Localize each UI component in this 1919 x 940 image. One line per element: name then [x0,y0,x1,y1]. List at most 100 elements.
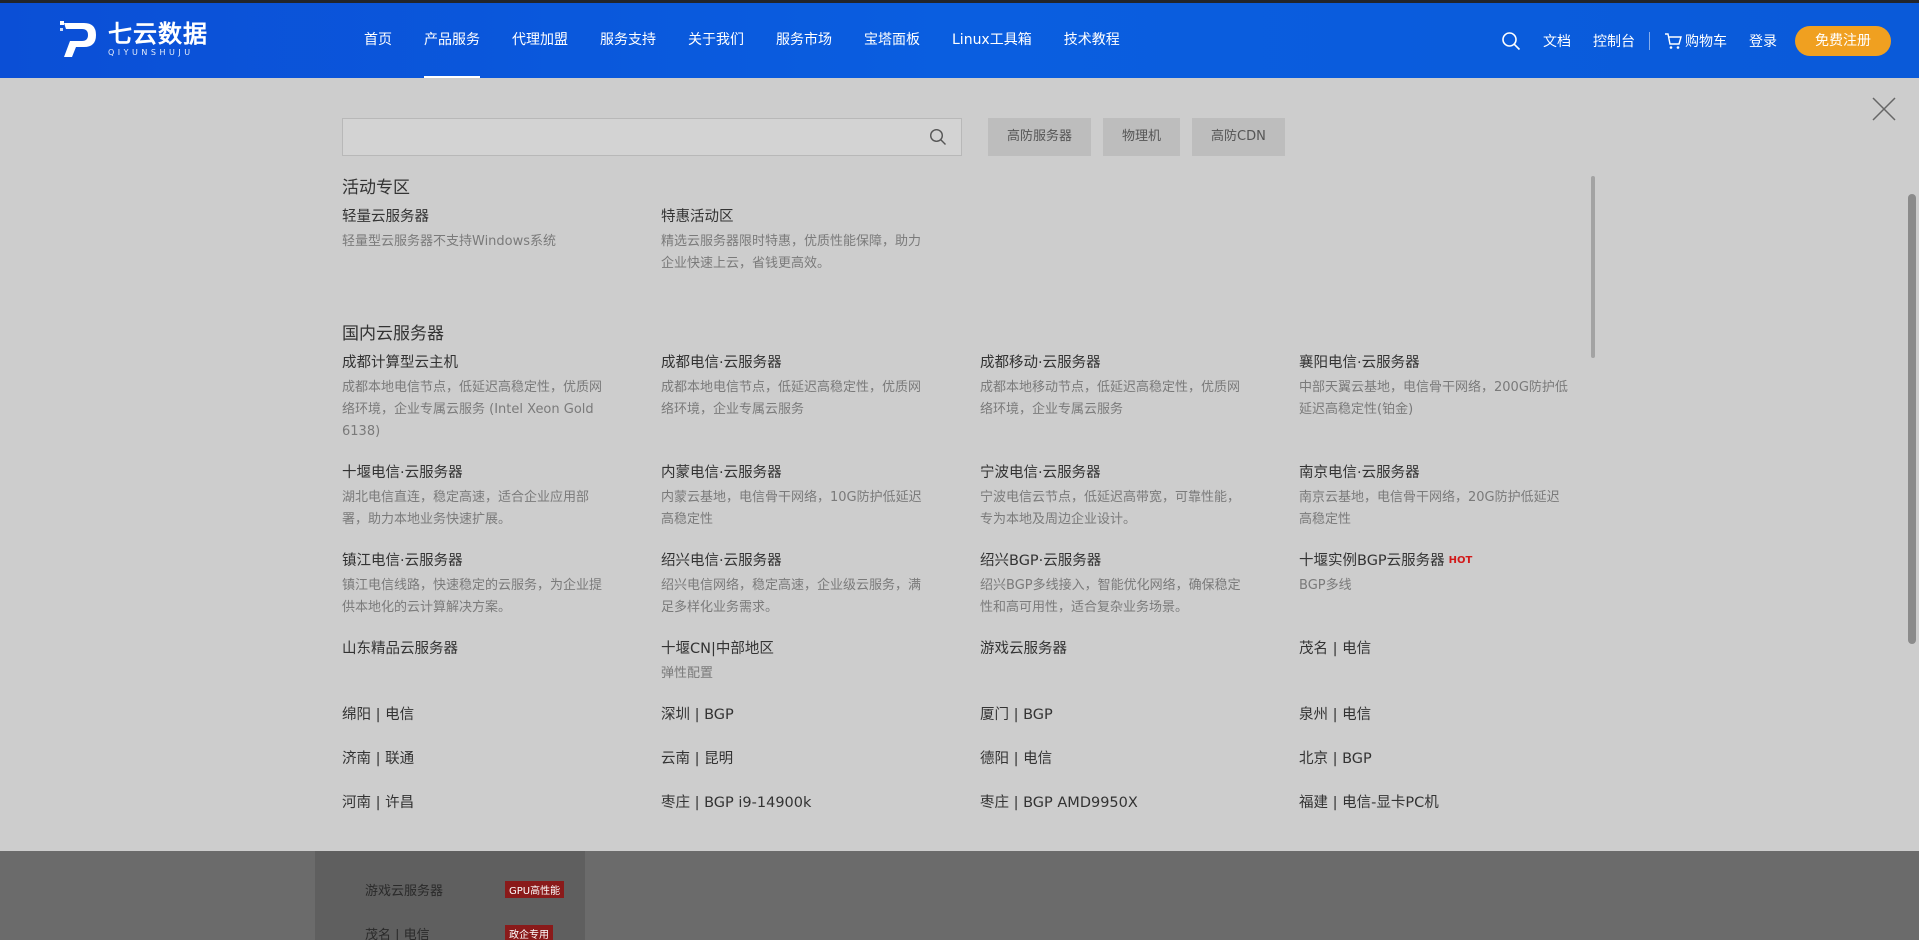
nav-home[interactable]: 首页 [348,3,408,78]
menu-item-title: 泉州 | 电信 [1299,707,1372,723]
menu-item[interactable]: 枣庄 | BGP AMD9950X [980,793,1250,813]
nav-market[interactable]: 服务市场 [760,3,848,78]
menu-item[interactable]: 济南 | 联通 [342,749,612,769]
top-navbar: 七云数据 QIYUNSHUJU 首页 产品服务 代理加盟 服务支持 关于我们 服… [0,0,1919,78]
menu-item[interactable]: 轻量云服务器 轻量型云服务器不支持Windows系统 [342,207,612,253]
header-search-icon[interactable] [1501,31,1521,51]
behind-item-label: 游戏云服务器 [365,884,444,899]
products-mega-menu: 高防服务器 物理机 高防CDN 活动专区 轻量云服务器 轻量型云服务器不支持Wi… [0,78,1919,851]
menu-item[interactable]: 镇江电信·云服务器 镇江电信线路，快速稳定的云服务，为企业提供本地化的云计算解决… [342,551,612,619]
menu-item[interactable]: 南京电信·云服务器 南京云基地，电信骨干网络，20G防护低延迟高稳定性 [1299,463,1569,531]
menu-item-title: 德阳 | 电信 [980,751,1053,767]
menu-item-desc: BGP多线 [1299,578,1352,593]
menu-item-title: 十堰CN|中部地区 [661,641,774,657]
menu-item-title: 游戏云服务器 [980,641,1067,657]
close-icon[interactable] [1871,96,1897,122]
nav-agent[interactable]: 代理加盟 [496,3,584,78]
menu-item[interactable]: 北京 | BGP [1299,749,1569,769]
nav-baota[interactable]: 宝塔面板 [848,3,936,78]
menu-item[interactable]: 枣庄 | BGP i9-14900k [661,793,931,813]
menu-item[interactable]: 内蒙电信·云服务器 内蒙云基地，电信骨干网络，10G防护低延迟高稳定性 [661,463,931,531]
cart-label: 购物车 [1685,33,1727,50]
hot-badge: HOT [1448,555,1473,566]
console-link[interactable]: 控制台 [1593,31,1635,51]
search-icon[interactable] [929,128,947,146]
menu-item[interactable]: 成都移动·云服务器 成都本地移动节点，低延迟高稳定性，优质网络环境，企业专属云服… [980,353,1250,421]
menu-item-title: 厦门 | BGP [980,707,1053,723]
menu-item[interactable]: 深圳 | BGP [661,705,931,725]
menu-item-title: 北京 | BGP [1299,751,1372,767]
menu-item-desc: 成都本地电信节点，低延迟高稳定性，优质网络环境，企业专属云服务 (Intel X… [342,380,603,439]
menu-item-desc: 绍兴BGP多线接入，智能优化网络，确保稳定性和高可用性，适合复杂业务场景。 [980,578,1241,615]
menu-item-desc: 南京云基地，电信骨干网络，20G防护低延迟高稳定性 [1299,490,1560,527]
menu-item[interactable]: 德阳 | 电信 [980,749,1250,769]
nav-linux-toolbox[interactable]: Linux工具箱 [936,3,1048,78]
menu-item-title: 枣庄 | BGP AMD9950X [980,795,1138,811]
menu-item[interactable]: 云南 | 昆明 [661,749,931,769]
menu-item[interactable]: 游戏云服务器 [980,639,1250,659]
menu-item[interactable]: 十堰电信·云服务器 湖北电信直连，稳定高速，适合企业应用部署，助力本地业务快速扩… [342,463,612,531]
page-scrollbar-thumb[interactable] [1908,194,1916,644]
nav-products[interactable]: 产品服务 [408,3,496,78]
quick-tag[interactable]: 高防服务器 [988,118,1092,156]
section-title-domestic: 国内云服务器 [342,324,444,344]
menu-item[interactable]: 特惠活动区 精选云服务器限时特惠，优质性能保障，助力企业快速上云，省钱更高效。 [661,207,931,275]
menu-item-title: 绍兴BGP·云服务器 [980,553,1102,569]
nav-tutorials[interactable]: 技术教程 [1048,3,1136,78]
menu-item-title: 茂名 | 电信 [1299,641,1372,657]
menu-item-title: 成都计算型云主机 [342,355,458,371]
menu-item-title: 山东精品云服务器 [342,641,458,657]
menu-item-title: 宁波电信·云服务器 [980,465,1101,481]
login-link[interactable]: 登录 [1749,31,1777,51]
menu-item[interactable]: 襄阳电信·云服务器 中部天翼云基地，电信骨干网络，200G防护低延迟高稳定性(铂… [1299,353,1569,421]
behind-item-badge: GPU高性能 [505,881,565,898]
menu-item-title: 福建 | 电信-显卡PC机 [1299,795,1439,811]
menu-item-desc: 轻量型云服务器不支持Windows系统 [342,234,557,249]
menu-item[interactable]: 成都电信·云服务器 成都本地电信节点，低延迟高稳定性，优质网络环境，企业专属云服… [661,353,931,421]
menu-item-title-text: 十堰实例BGP云服务器 [1299,553,1445,569]
product-search-input[interactable] [343,119,961,155]
section-title-activity: 活动专区 [342,178,410,198]
menu-item[interactable]: 河南 | 许昌 [342,793,612,813]
logo-name: 七云数据 [108,20,208,48]
page-scrollbar[interactable] [1905,78,1919,851]
menu-item[interactable]: 山东精品云服务器 [342,639,612,659]
menu-item-desc: 镇江电信线路，快速稳定的云服务，为企业提供本地化的云计算解决方案。 [342,578,603,615]
nav-support[interactable]: 服务支持 [584,3,672,78]
behind-item-badge: 政企专用 [505,925,553,940]
menu-item-desc: 弹性配置 [661,666,714,681]
menu-item[interactable]: 绍兴BGP·云服务器 绍兴BGP多线接入，智能优化网络，确保稳定性和高可用性，适… [980,551,1250,619]
sidebar-behind: 游戏云服务器 GPU高性能 茂名 | 电信 政企专用 [315,850,585,940]
menu-item[interactable]: 十堰CN|中部地区 弹性配置 [661,639,931,685]
quick-tag[interactable]: 物理机 [1103,118,1181,156]
menu-item-desc: 精选云服务器限时特惠，优质性能保障，助力企业快速上云，省钱更高效。 [661,234,922,271]
menu-item-title: 河南 | 许昌 [342,795,415,811]
menu-item[interactable]: 成都计算型云主机 成都本地电信节点，低延迟高稳定性，优质网络环境，企业专属云服务… [342,353,612,443]
menu-item-title: 成都移动·云服务器 [980,355,1101,371]
register-button[interactable]: 免费注册 [1795,25,1891,56]
product-search [342,118,962,156]
menu-item[interactable]: 十堰实例BGP云服务器 HOT BGP多线 [1299,551,1569,597]
docs-link[interactable]: 文档 [1543,31,1571,51]
menu-item[interactable]: 茂名 | 电信 [1299,639,1569,659]
quick-tags: 高防服务器 物理机 高防CDN [988,118,1297,156]
menu-item-title: 十堰电信·云服务器 [342,465,463,481]
header-divider [1649,31,1650,50]
menu-item-desc: 中部天翼云基地，电信骨干网络，200G防护低延迟高稳定性(铂金) [1299,380,1568,417]
menu-item[interactable]: 宁波电信·云服务器 宁波电信云节点，低延迟高带宽，可靠性能，专为本地及周边企业设… [980,463,1250,531]
menu-item-title: 成都电信·云服务器 [661,355,782,371]
menu-item[interactable]: 厦门 | BGP [980,705,1250,725]
cart-link[interactable]: 购物车 [1664,31,1727,51]
menu-item-desc: 宁波电信云节点，低延迟高带宽，可靠性能，专为本地及周边企业设计。 [980,490,1241,527]
logo-tagline: QIYUNSHUJU [108,48,194,57]
menu-item[interactable]: 绵阳 | 电信 [342,705,612,725]
menu-item-title: 轻量云服务器 [342,209,429,225]
menu-item[interactable]: 泉州 | 电信 [1299,705,1569,725]
quick-tag[interactable]: 高防CDN [1192,118,1285,156]
menu-item-title: 云南 | 昆明 [661,751,734,767]
menu-item[interactable]: 绍兴电信·云服务器 绍兴电信网络，稳定高速，企业级云服务，满足多样化业务需求。 [661,551,931,619]
menu-item-title: 济南 | 联通 [342,751,415,767]
nav-about[interactable]: 关于我们 [672,3,760,78]
menu-item[interactable]: 福建 | 电信-显卡PC机 [1299,793,1569,813]
logo[interactable]: 七云数据 QIYUNSHUJU [58,19,208,61]
